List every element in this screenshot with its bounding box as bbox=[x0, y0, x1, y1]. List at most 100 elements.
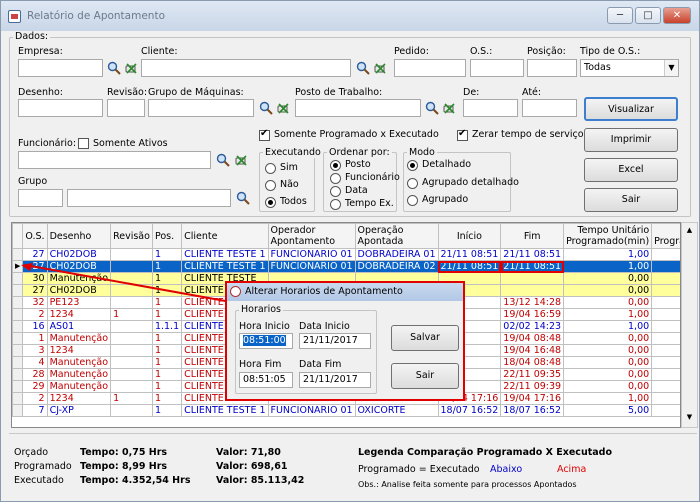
desenho-input[interactable] bbox=[18, 99, 103, 117]
somente-ativos-checkbox[interactable] bbox=[78, 138, 89, 149]
cliente-input[interactable] bbox=[141, 59, 351, 77]
cell-os[interactable]: 2 bbox=[22, 392, 48, 405]
cell-cliente[interactable]: CLIENTE TESTE 1 bbox=[181, 404, 269, 417]
zerar-tempo-checkbox[interactable] bbox=[457, 128, 468, 141]
cell-desenho[interactable]: CJ-XP bbox=[46, 404, 112, 417]
cell-os[interactable]: 16 bbox=[22, 320, 48, 333]
cell-pos[interactable]: 1 bbox=[151, 392, 183, 405]
col-os-header[interactable]: O.S. bbox=[22, 223, 48, 249]
de-input[interactable] bbox=[463, 99, 518, 117]
cell-pos[interactable]: 1 bbox=[151, 332, 183, 345]
row-indicator[interactable] bbox=[12, 392, 24, 405]
cell-tempo-programado[interactable]: 50,00 bbox=[651, 344, 680, 357]
grupo-maquinas-input[interactable] bbox=[148, 99, 254, 117]
ordenar-tempo-radio[interactable] bbox=[330, 199, 341, 210]
cell-operador[interactable]: FUNCIONARIO 01 bbox=[267, 248, 356, 261]
cell-pos[interactable]: 1 bbox=[151, 344, 183, 357]
cell-tempo-programado[interactable]: 0,00 bbox=[651, 272, 680, 285]
col-cliente-header[interactable]: Cliente bbox=[181, 223, 269, 249]
col-revisao-header[interactable]: Revisão bbox=[110, 223, 153, 249]
cell-tempo-unitario[interactable]: 1,00 bbox=[563, 260, 653, 273]
cell-inicio[interactable]: 21/11 08:51 bbox=[437, 260, 502, 273]
cell-tempo-programado[interactable]: 40,00 bbox=[651, 248, 680, 261]
cell-fim[interactable]: 02/02 14:23 bbox=[500, 320, 565, 333]
cell-tempo-unitario[interactable]: 0,00 bbox=[563, 332, 653, 345]
cell-pos[interactable]: 1 bbox=[151, 380, 183, 393]
modo-agrupado-detalhado-radio[interactable] bbox=[407, 178, 418, 189]
excel-button[interactable]: Excel bbox=[584, 158, 678, 182]
empresa-search-button[interactable] bbox=[105, 59, 123, 77]
posto-clear-button[interactable] bbox=[440, 99, 458, 117]
close-button[interactable]: ✕ bbox=[663, 7, 691, 24]
cell-fim[interactable]: 19/04 16:48 bbox=[500, 344, 565, 357]
cell-tempo-programado[interactable]: 0,00 bbox=[651, 296, 680, 309]
cell-desenho[interactable]: Manutenção bbox=[46, 368, 112, 381]
cell-tempo-unitario[interactable]: 1,00 bbox=[563, 320, 653, 333]
cell-tempo-unitario[interactable]: 0,00 bbox=[563, 296, 653, 309]
cell-revisao[interactable] bbox=[110, 380, 153, 393]
revisao-input[interactable] bbox=[107, 99, 145, 117]
dialog-sair-button[interactable]: Sair bbox=[391, 363, 459, 389]
posicao-input[interactable] bbox=[527, 59, 577, 77]
empresa-clear-button[interactable] bbox=[122, 59, 140, 77]
cell-desenho[interactable]: 1234 bbox=[46, 392, 112, 405]
cell-revisao[interactable] bbox=[110, 320, 153, 333]
funcionario-input[interactable] bbox=[18, 151, 211, 169]
funcionario-clear-button[interactable] bbox=[232, 151, 250, 169]
col-tempo-programado-header[interactable]: Tempo Programado(min) bbox=[651, 223, 680, 249]
cell-operacao[interactable]: OXICORTE bbox=[354, 404, 439, 417]
os-input[interactable] bbox=[470, 59, 524, 77]
col-inicio-header[interactable]: Início bbox=[437, 223, 502, 249]
cell-fim[interactable]: 21/11 08:51 bbox=[500, 260, 565, 273]
ordenar-posto-radio[interactable] bbox=[330, 160, 341, 171]
tipo-os-select[interactable]: Todas ▼ bbox=[580, 59, 679, 77]
cell-tempo-unitario[interactable]: 0,00 bbox=[563, 356, 653, 369]
pedido-input[interactable] bbox=[394, 59, 466, 77]
ate-input[interactable] bbox=[522, 99, 577, 117]
row-indicator[interactable] bbox=[12, 368, 24, 381]
cell-os[interactable]: 1 bbox=[22, 332, 48, 345]
col-operacao-header[interactable]: Operação Apontada bbox=[354, 223, 439, 249]
cell-revisao[interactable] bbox=[110, 332, 153, 345]
ordenar-data-radio[interactable] bbox=[330, 186, 341, 197]
grupo-code-input[interactable] bbox=[18, 189, 63, 207]
cell-operacao[interactable]: DOBRADEIRA 01 bbox=[354, 248, 439, 261]
cell-inicio[interactable]: 21/11 08:51 bbox=[437, 248, 502, 261]
cell-fim[interactable]: 19/04 16:59 bbox=[500, 308, 565, 321]
row-indicator[interactable] bbox=[12, 332, 24, 345]
scroll-up-icon[interactable]: ▲ bbox=[683, 224, 696, 237]
data-inicio-input[interactable]: 21/11/2017 bbox=[299, 333, 371, 349]
cell-revisao[interactable] bbox=[110, 356, 153, 369]
cell-tempo-unitario[interactable]: 0,00 bbox=[563, 344, 653, 357]
minimize-button[interactable]: ─ bbox=[607, 7, 633, 24]
hora-fim-input[interactable]: 08:51:05 bbox=[239, 372, 293, 388]
cell-fim[interactable]: 21/11 08:51 bbox=[500, 248, 565, 261]
somente-programado-checkbox[interactable] bbox=[259, 128, 270, 141]
cell-pos[interactable]: 1 bbox=[151, 404, 183, 417]
cell-fim[interactable]: 22/11 09:35 bbox=[500, 368, 565, 381]
cell-desenho[interactable]: Manutenção bbox=[46, 356, 112, 369]
cell-tempo-programado[interactable]: 201,00 bbox=[651, 404, 680, 417]
cell-tempo-unitario[interactable]: 1,00 bbox=[563, 308, 653, 321]
cliente-clear-button[interactable] bbox=[371, 59, 389, 77]
cell-tempo-programado[interactable]: 0,00 bbox=[651, 284, 680, 297]
cell-operador[interactable]: FUNCIONARIO 01 bbox=[267, 260, 356, 273]
cell-tempo-unitario[interactable]: 0,00 bbox=[563, 380, 653, 393]
cell-fim[interactable]: 19/04 17:16 bbox=[500, 392, 565, 405]
grupo-search-button[interactable] bbox=[234, 189, 252, 207]
cell-desenho[interactable]: 1234 bbox=[46, 344, 112, 357]
cell-fim[interactable]: 19/04 08:48 bbox=[500, 332, 565, 345]
cell-tempo-programado[interactable]: 40,00 bbox=[651, 260, 680, 273]
cell-revisao[interactable] bbox=[110, 368, 153, 381]
cell-tempo-unitario[interactable]: 1,00 bbox=[563, 392, 653, 405]
cell-tempo-programado[interactable]: 0,00 bbox=[651, 380, 680, 393]
cell-desenho[interactable]: Manutenção bbox=[46, 332, 112, 345]
cell-tempo-unitario[interactable]: 5,00 bbox=[563, 404, 653, 417]
data-fim-input[interactable]: 21/11/2017 bbox=[299, 372, 371, 388]
cell-tempo-unitario[interactable]: 0,00 bbox=[563, 284, 653, 297]
row-indicator[interactable] bbox=[12, 320, 24, 333]
ordenar-funcionario-radio[interactable] bbox=[330, 173, 341, 184]
cell-tempo-programado[interactable]: 45,00 bbox=[651, 308, 680, 321]
row-indicator[interactable] bbox=[12, 356, 24, 369]
cell-fim[interactable]: 22/11 09:39 bbox=[500, 380, 565, 393]
